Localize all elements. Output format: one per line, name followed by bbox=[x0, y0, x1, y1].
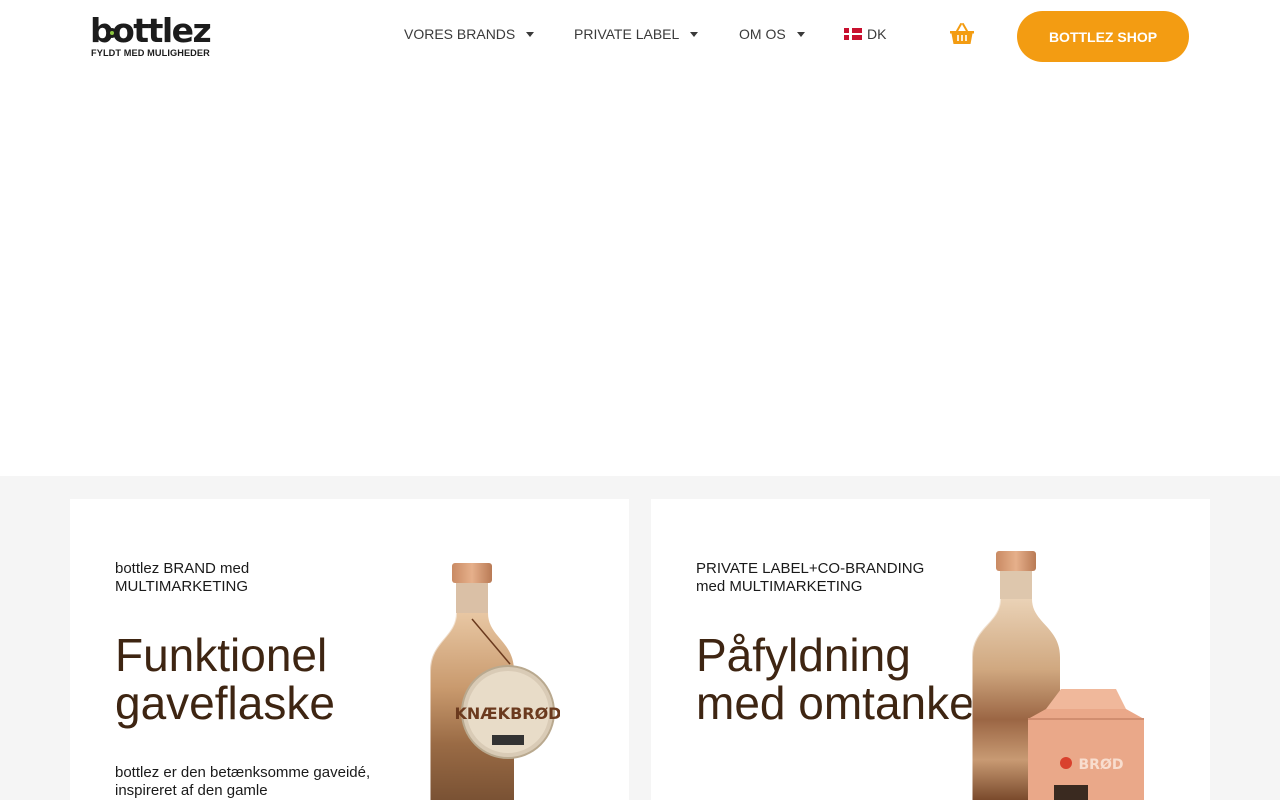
nav-private-label[interactable]: PRIVATE LABEL bbox=[574, 25, 699, 43]
bottlez-shop-button[interactable]: BOTTLEZ SHOP bbox=[1017, 11, 1189, 62]
logo-green-dot bbox=[107, 28, 117, 38]
nav-label: VORES BRANDS bbox=[404, 26, 516, 42]
card-description: bottlez er den betænksomme gaveidé, insp… bbox=[115, 764, 371, 799]
refill-bottle-and-box-image: BRØD bbox=[971, 551, 1144, 800]
language-code: DK bbox=[867, 26, 887, 42]
denmark-flag-icon bbox=[844, 28, 862, 40]
nav-om-os[interactable]: OM OS bbox=[739, 25, 805, 43]
card-eyebrow: PRIVATE LABEL+CO-BRANDING med MULTIMARKE… bbox=[696, 560, 925, 595]
card-title: Funktionel gaveflaske bbox=[115, 629, 335, 729]
chevron-down-icon bbox=[526, 31, 535, 37]
nav-label: PRIVATE LABEL bbox=[574, 26, 680, 42]
hero-area bbox=[0, 72, 1280, 476]
nav-vores-brands[interactable]: VORES BRANDS bbox=[404, 25, 535, 43]
basket-icon[interactable] bbox=[948, 22, 976, 46]
bottle-tag-label: KNÆKBRØD bbox=[455, 704, 560, 723]
brand-card: bottlez BRAND med MULTIMARKETING Funktio… bbox=[70, 499, 629, 800]
card-title: Påfyldning med omtanke bbox=[696, 629, 975, 729]
box-label: BRØD bbox=[1079, 757, 1124, 773]
logo-tagline: FYLDT MED MULIGHEDER bbox=[91, 48, 210, 58]
language-switcher[interactable]: DK bbox=[844, 25, 886, 43]
gift-bottle-image: KNÆKBRØD bbox=[429, 563, 560, 800]
chevron-down-icon bbox=[690, 31, 699, 37]
bottlez-logo[interactable]: bottlez FYLDT MED MULIGHEDER bbox=[90, 14, 212, 62]
private-label-card: PRIVATE LABEL+CO-BRANDING med MULTIMARKE… bbox=[651, 499, 1210, 800]
chevron-down-icon bbox=[796, 31, 805, 37]
card-eyebrow: bottlez BRAND med MULTIMARKETING bbox=[115, 560, 250, 595]
nav-label: OM OS bbox=[739, 26, 786, 42]
site-header: bottlez FYLDT MED MULIGHEDER VORES BRAND… bbox=[0, 0, 1280, 72]
